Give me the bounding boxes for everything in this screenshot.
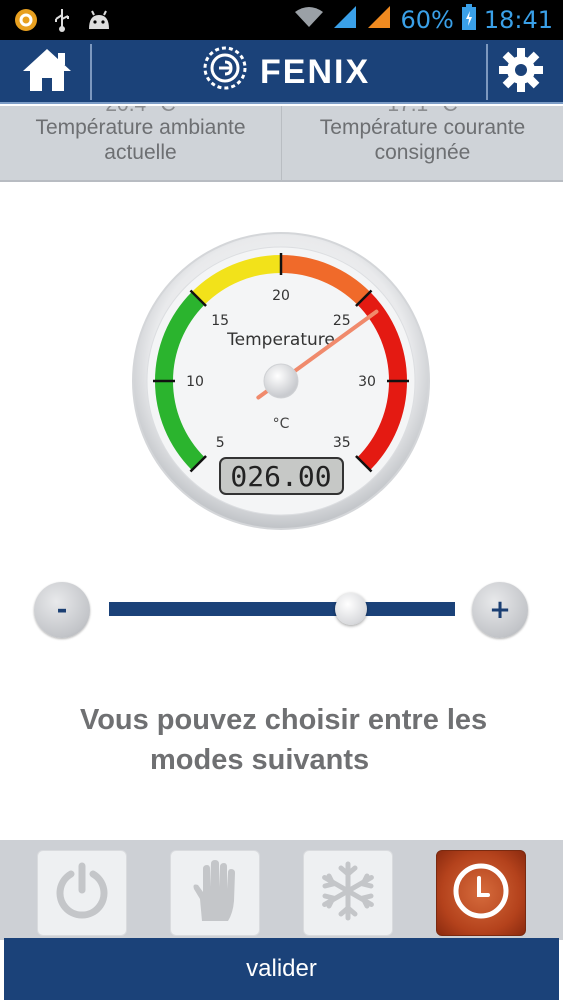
ambient-temperature-label-2: actuelle xyxy=(104,141,177,164)
status-bar: 60% 18:41 xyxy=(0,0,563,40)
setpoint-temperature-value: 17.1 °C xyxy=(282,106,563,117)
usb-icon xyxy=(52,7,72,37)
battery-percent: 60% xyxy=(400,6,454,34)
settings-button[interactable] xyxy=(476,40,563,104)
temperature-slider-track[interactable] xyxy=(109,602,455,616)
gear-icon xyxy=(497,46,545,98)
setpoint-temperature-cell: 17.1 °C Température courante consignée xyxy=(282,106,563,182)
clock-icon xyxy=(450,860,512,926)
wifi-icon xyxy=(294,6,324,34)
minus-icon: - xyxy=(56,595,68,625)
gauge-tick-label: 25 xyxy=(333,313,351,329)
validate-button[interactable]: valider xyxy=(4,938,559,1000)
ambient-temperature-label: Température ambiante xyxy=(35,116,246,139)
setpoint-temperature-label-2: consignée xyxy=(374,141,471,164)
mode-frost-button[interactable] xyxy=(303,850,393,936)
gauge-needle-hub xyxy=(263,363,299,399)
gauge-tick-label: 5 xyxy=(216,435,225,451)
brand-logo: FENIX xyxy=(200,46,370,98)
gauge-tick-label: 30 xyxy=(358,374,376,390)
increase-button[interactable]: + xyxy=(472,582,528,638)
validate-label: valider xyxy=(246,955,317,982)
app-header: FENIX xyxy=(0,40,563,104)
setpoint-temperature-label: Température courante xyxy=(319,116,526,139)
mode-manual-button[interactable] xyxy=(170,850,260,936)
mode-schedule-button[interactable] xyxy=(436,850,526,936)
ambient-temperature-value: 20.4 °C xyxy=(0,106,281,117)
gauge-tick-label: 15 xyxy=(211,313,229,329)
gauge-readout: 026.00 xyxy=(230,460,331,493)
brand-name: FENIX xyxy=(260,52,371,91)
power-icon xyxy=(51,860,113,926)
gauge-tick-label: 10 xyxy=(186,374,204,390)
mode-off-button[interactable] xyxy=(37,850,127,936)
header-divider xyxy=(90,44,92,100)
plus-icon: + xyxy=(489,595,511,625)
temperature-info-bar: 20.4 °C Température ambiante actuelle 17… xyxy=(0,106,563,182)
temperature-slider-handle[interactable] xyxy=(335,593,368,625)
hand-icon xyxy=(190,859,240,927)
decrease-button[interactable]: - xyxy=(34,582,90,638)
gauge-svg: 5 10 15 20 25 30 35 Temperature °C 026.00 xyxy=(132,232,430,530)
notification-icon xyxy=(14,8,38,36)
gauge-unit: °C xyxy=(273,416,290,432)
home-button[interactable] xyxy=(2,40,92,104)
gauge-tick-label: 35 xyxy=(333,435,351,451)
mode-instruction-line-2: modes suivants xyxy=(150,744,370,776)
android-icon xyxy=(86,9,112,35)
temperature-slider-row: - + xyxy=(0,580,563,640)
temperature-gauge: 5 10 15 20 25 30 35 Temperature °C 026.00 xyxy=(130,230,432,532)
signal-icon xyxy=(332,4,358,36)
home-icon xyxy=(21,47,73,97)
battery-icon xyxy=(461,4,476,36)
mode-selector-bar xyxy=(0,840,563,940)
ambient-temperature-cell: 20.4 °C Température ambiante actuelle xyxy=(0,106,281,182)
gauge-tick-label: 20 xyxy=(272,288,290,304)
gauge-title: Temperature xyxy=(226,330,335,350)
mode-instruction-text: Vous pouvez choisir entre les modes suiv… xyxy=(40,700,540,780)
mode-instruction-line-1: Vous pouvez choisir entre les xyxy=(80,704,488,736)
fenix-logo-icon xyxy=(200,43,250,102)
signal-icon-2 xyxy=(366,4,392,36)
snowflake-icon xyxy=(317,860,379,926)
clock-time: 18:41 xyxy=(483,6,553,34)
